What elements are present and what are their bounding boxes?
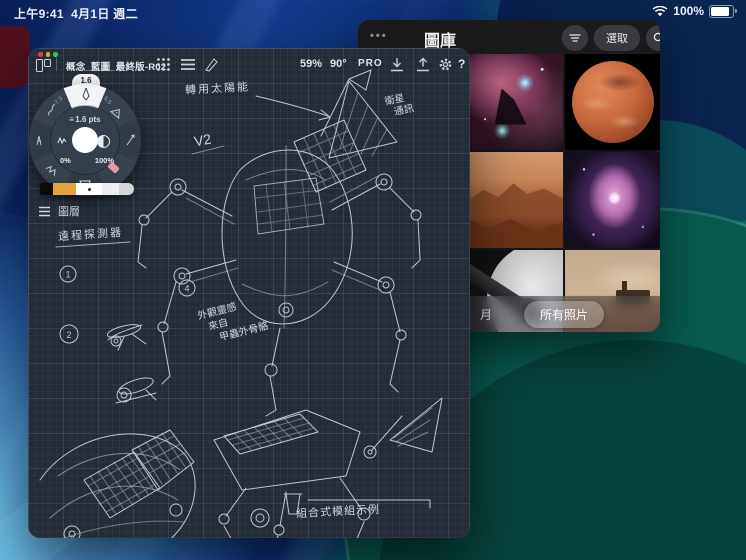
marker-2: 2	[66, 330, 71, 340]
swatch-black[interactable]	[40, 183, 53, 195]
layers-menu-icon	[38, 206, 51, 217]
close-icon[interactable]	[38, 52, 43, 57]
opacity-min-label: 0%	[60, 156, 71, 165]
status-time: 上午9:41	[14, 7, 64, 21]
status-time-date: 上午9:41 4月1日 週二	[14, 5, 138, 22]
tool-wheel[interactable]: 1.6 7.3 5.5 8.9	[29, 84, 141, 196]
color-puck[interactable]	[72, 127, 98, 153]
photo-thumbnail-horsehead-nebula[interactable]	[468, 54, 563, 150]
zoom-level[interactable]: 59%	[300, 58, 322, 70]
opacity-icon	[97, 135, 110, 148]
grid-view-icon[interactable]	[156, 57, 171, 72]
opacity-max-label: 100%	[95, 156, 114, 165]
zoom-window-icon[interactable]	[53, 52, 58, 57]
color-swatch-bar	[40, 183, 134, 195]
swatch-gray[interactable]	[119, 183, 134, 195]
menu-icon[interactable]	[180, 58, 196, 71]
swatch-white-selected[interactable]	[76, 183, 102, 195]
select-button[interactable]: 選取	[594, 25, 640, 51]
pencil-tool-icon	[81, 88, 91, 100]
layers-button[interactable]: 圖層	[38, 203, 80, 219]
window-traffic-lights[interactable]	[38, 52, 58, 57]
mars-globe	[572, 61, 654, 143]
selected-swatch-dot	[88, 188, 91, 191]
nebula-dark-cloud	[495, 89, 527, 125]
pressure-icon	[57, 136, 67, 145]
swatch-lightgray[interactable]	[102, 183, 119, 195]
document-title[interactable]: 概念_藍圖_最終版-R02	[66, 59, 166, 73]
battery-percent: 100%	[673, 4, 704, 18]
minimize-icon[interactable]	[46, 52, 51, 57]
wifi-icon	[652, 6, 668, 17]
marker-1: 1	[65, 270, 70, 280]
photo-grid	[468, 54, 660, 332]
export-icon[interactable]	[416, 57, 430, 72]
marker-tool-icon[interactable]	[35, 134, 44, 146]
stroke-size-label: ≡ 1.6 pts	[51, 115, 119, 124]
pen-mode-icon[interactable]	[204, 57, 219, 72]
filter-icon	[569, 33, 581, 43]
tab-all-photos[interactable]: 所有照片	[524, 301, 604, 328]
selection-tool-icon[interactable]	[126, 134, 136, 146]
status-date: 4月1日 週二	[71, 7, 138, 21]
desert-ridge-2	[468, 208, 563, 248]
search-icon	[653, 32, 660, 44]
canvas-rotation[interactable]: 90°	[330, 58, 347, 70]
photo-thumbnail-mars-globe[interactable]	[565, 54, 660, 150]
gallery-icon[interactable]	[36, 59, 51, 72]
pro-badge[interactable]: PRO	[358, 58, 383, 69]
sketch-closeup-hull	[40, 430, 195, 538]
desert-ridge	[468, 181, 563, 214]
swatch-amber[interactable]	[53, 183, 76, 195]
annotation-version: V2	[193, 131, 213, 150]
settings-gear-icon[interactable]	[438, 57, 453, 72]
tab-month[interactable]: 月	[474, 301, 498, 328]
toolbar-divider	[56, 58, 57, 71]
layers-label: 圖層	[58, 203, 80, 219]
concepts-window: 1 2 4	[28, 48, 470, 538]
photo-thumbnail-mars-desert[interactable]	[468, 152, 563, 248]
help-button[interactable]: ?	[458, 57, 465, 71]
wallpaper-red-shape	[0, 26, 30, 88]
photo-thumbnail-orion-nebula[interactable]	[565, 152, 660, 248]
sketch-main-robot	[138, 70, 421, 416]
filter-button[interactable]	[562, 25, 588, 51]
annotation-solar: 轉用太陽能	[185, 78, 251, 97]
search-button[interactable]	[646, 25, 660, 51]
tool-wheel-center[interactable]: ≡ 1.6 pts 0% 100%	[51, 106, 119, 174]
import-icon[interactable]	[390, 57, 404, 72]
marker-4: 4	[184, 284, 189, 294]
window-controls-dots[interactable]: •••	[370, 30, 388, 42]
selected-tool-size: 1.6	[72, 76, 100, 85]
battery-icon	[709, 5, 734, 18]
screen: 上午9:41 4月1日 週二 100% ••• 圖庫 選取	[0, 0, 746, 560]
